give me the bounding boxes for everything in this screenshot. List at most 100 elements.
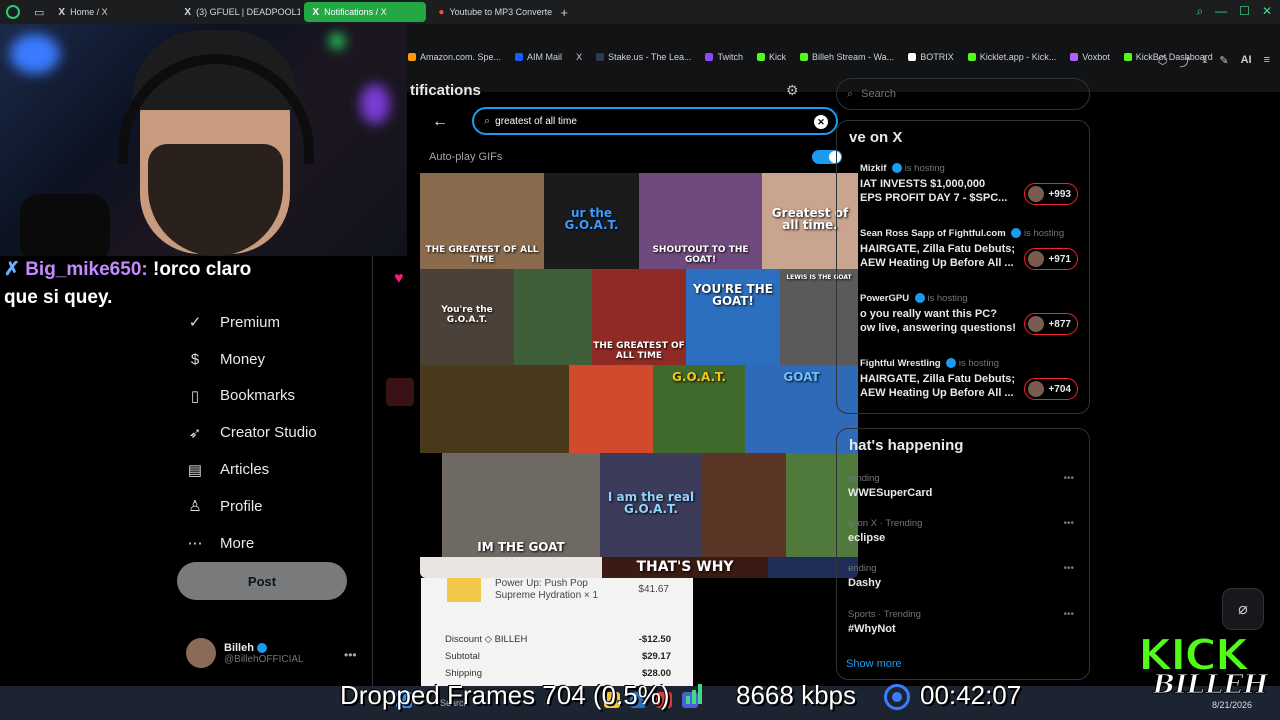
trend-meta: Sports · Trending [848,609,921,620]
grok-icon[interactable]: ⌀ [1222,588,1264,630]
nav-articles[interactable]: ▤ Articles [186,451,317,488]
show-more-link[interactable]: Show more [846,658,902,670]
live-host: Sean Ross Sapp of Fightful.com [860,228,1006,239]
live-listener-count[interactable]: +704 [1024,378,1078,400]
trend-item[interactable]: rending WWESuperCard ••• [848,473,1078,499]
live-host: Fightful Wrestling [860,358,941,369]
trend-more-icon[interactable]: ••• [1063,563,1074,574]
bookmark-billeh-stream[interactable]: Billeh Stream - Wa... [800,52,894,62]
bookmark-x[interactable]: X [576,52,582,62]
youtube-mp3-icon: ● [438,6,445,18]
premium-icon: ✓ [188,314,202,332]
gif-tile[interactable] [702,453,786,557]
gif-tile[interactable] [420,557,602,578]
tab-home-x[interactable]: X Home / X [50,2,172,22]
gif-tile[interactable]: IM THE GOAT [442,453,600,557]
nav-profile[interactable]: ♙ Profile [186,488,317,525]
gif-tile[interactable]: I am the real G.O.A.T. [600,453,702,557]
nav-money[interactable]: $ Money [186,341,317,378]
bookmark-twitch[interactable]: Twitch [705,52,743,62]
trend-item[interactable]: ly on X · Trending eclipse ••• [848,518,1078,544]
trend-meta: ly on X · Trending [848,518,923,529]
bookmark-aim-mail[interactable]: AIM Mail [515,52,562,62]
product-line2: Supreme Hydration × 1 [495,590,599,601]
signal-bar [698,684,702,704]
gif-caption: YOU'RE THE GOAT! [693,282,773,308]
share-icon[interactable]: ⤴ [1179,54,1190,70]
bookmark-kicklet[interactable]: Kicklet.app - Kick... [967,52,1056,62]
gif-search-box[interactable]: ⌕ ✕ [472,107,838,135]
gif-tile[interactable]: G.O.A.T. [653,365,745,453]
new-tab-button[interactable]: + [560,5,568,20]
trend-item[interactable]: Sports · Trending #WhyNot ••• [848,609,1078,635]
trend-meta: rending [848,473,880,484]
gif-tile[interactable]: THE GREATEST OF ALL TIME [420,173,544,269]
live-listener-count[interactable]: +993 [1024,183,1078,205]
live-listener-count[interactable]: +877 [1024,313,1078,335]
extensions-icon[interactable]: ⬡ [1158,54,1168,70]
tab-label: Youtube to MP3 Converter [449,7,553,17]
close-window-icon[interactable]: ✕ [1262,4,1272,19]
opera-logo-icon[interactable] [6,5,20,19]
nav-creator-studio[interactable]: ➶ Creator Studio [186,414,317,451]
search-icon: ⌕ [847,87,854,100]
gif-tile[interactable] [514,269,592,365]
tab-gfuel-x[interactable]: X (3) GFUEL | DEADPOOL17/ [176,2,300,22]
live-listener-count[interactable]: +971 [1024,248,1078,270]
gif-tile[interactable]: THAT'S WHY [602,557,768,578]
bookmark-voxbot[interactable]: Voxbot [1070,52,1110,62]
workspaces-icon[interactable]: ▭ [34,6,44,19]
bookmark-stake[interactable]: Stake.us - The Lea... [596,52,691,62]
gif-caption: GOAT [783,370,820,384]
account-switcher[interactable]: Billeh @BillehOFFICIAL [186,638,304,668]
menu-icon[interactable]: ≡ [1264,54,1270,70]
chat-message: ✗ Big_mike650: !orco claro [0,256,300,284]
tab-notifications-x[interactable]: X Notifications / X [304,2,427,22]
shipping-value: $28.00 [641,668,671,679]
post-button[interactable]: Post [177,562,347,600]
trend-more-icon[interactable]: ••• [1063,473,1074,484]
gif-tile[interactable]: SHOUTOUT TO THE GOAT! [639,173,762,269]
gif-tile[interactable] [420,365,569,453]
notification-avatar[interactable] [386,378,414,406]
account-more-icon[interactable]: ••• [344,648,357,662]
trend-item[interactable]: ending Dashy ••• [848,563,1078,589]
bookmark-kick[interactable]: Kick [756,52,786,62]
nav-bookmarks[interactable]: ▯ Bookmarks [186,378,317,415]
gif-tile[interactable]: YOU'RE THE GOAT! [686,269,780,365]
gif-tile[interactable] [569,365,653,453]
minimize-icon[interactable]: — [1215,4,1227,19]
cam-light-purple [360,84,390,124]
tab-youtube-mp3[interactable]: ● Youtube to MP3 Converter [430,2,552,22]
bookmark-label: Amazon.com. Spe... [420,52,502,62]
edit-icon[interactable]: ✎ [1219,54,1228,70]
x-search-bar[interactable]: ⌕ Search [836,78,1090,110]
maximize-icon[interactable]: ☐ [1239,4,1250,19]
gif-tile[interactable]: ur the G.O.A.T. [544,173,639,269]
nav-premium[interactable]: ✓ Premium [186,304,317,341]
settings-gear-icon[interactable]: ⚙ [786,82,799,99]
discount-row: Discount ◇ BILLEH -$12.50 [445,634,671,645]
nav-more[interactable]: ⋯ More [186,525,317,562]
uptime-stat: 00:42:07 [920,680,1022,710]
gif-tile[interactable]: THE GREATEST OF ALL TIME [592,269,686,365]
gif-search-input[interactable] [495,115,796,127]
amazon-icon [408,53,416,61]
clear-search-button[interactable]: ✕ [814,115,828,129]
ai-button[interactable]: AI [1241,54,1252,70]
chat-text-part1: !orco claro [153,259,252,280]
signal-bar [686,696,690,704]
aim-icon [515,53,524,61]
window-controls: ⌕ — ☐ ✕ [1196,4,1272,19]
bookmark-botrix[interactable]: BOTRIX [908,52,954,62]
trend-more-icon[interactable]: ••• [1063,518,1074,529]
trend-more-icon[interactable]: ••• [1063,609,1074,620]
download-icon[interactable]: ⤓ [1202,54,1207,70]
back-arrow-icon[interactable]: ← [432,113,448,131]
bookmark-amazon[interactable]: Amazon.com. Spe... [408,52,501,62]
nav-label: Money [220,350,266,368]
search-tabs-icon[interactable]: ⌕ [1196,4,1203,19]
gif-tile[interactable]: You're the G.O.A.T. [420,269,514,365]
browser-tab-bar: ▭ X Home / X X (3) GFUEL | DEADPOOL17/ X… [0,0,1280,24]
hosting-label: is hosting [927,293,968,304]
